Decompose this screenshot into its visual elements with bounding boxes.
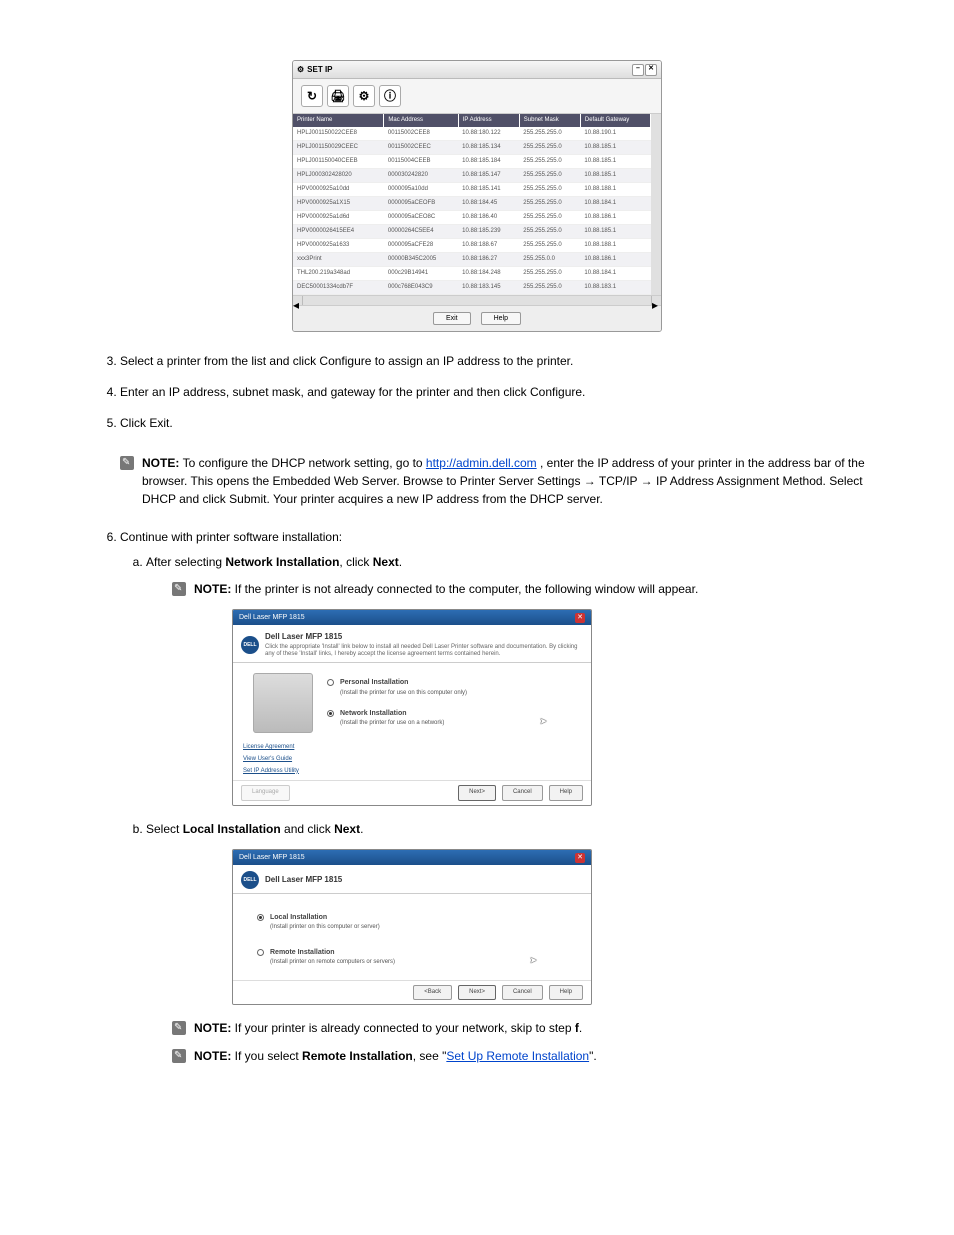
col-printer-name[interactable]: Printer Name — [293, 114, 384, 127]
scroll-right-icon[interactable]: ▸ — [651, 296, 661, 305]
col-gateway[interactable]: Default Gateway — [580, 114, 650, 127]
shot1-titlebar: Dell Laser MFP 1815 — [239, 612, 305, 623]
close-icon[interactable]: ✕ — [645, 64, 657, 76]
table-row[interactable]: HPLJ001150040CEEB00115004CEEB10.88:185.1… — [293, 155, 651, 169]
back-button[interactable]: <Back — [413, 985, 452, 1001]
step-4: Enter an IP address, subnet mask, and ga… — [120, 383, 894, 402]
radio-local[interactable]: Local Installation (Install printer on t… — [257, 912, 567, 933]
shot1-heading: Dell Laser MFP 1815 — [265, 631, 583, 644]
app-icon: ⚙ — [297, 64, 304, 76]
shot2-titlebar: Dell Laser MFP 1815 — [239, 852, 305, 863]
dell-logo-icon: DELL — [241, 636, 259, 654]
settings-icon[interactable]: ⚙ — [353, 85, 375, 107]
info-icon[interactable]: ⓘ — [379, 85, 401, 107]
help-button[interactable]: Help — [549, 785, 583, 801]
note-icon — [172, 582, 186, 596]
note-icon — [172, 1049, 186, 1063]
col-subnet[interactable]: Subnet Mask — [519, 114, 580, 127]
table-row[interactable]: HPV0000925a1d6d0000095aCEO8C10.88:186.40… — [293, 211, 651, 225]
window-title: SET IP — [307, 64, 332, 76]
table-row[interactable]: HPLJ001150029CEEC00115002CEEC10.88:185.1… — [293, 141, 651, 155]
table-row[interactable]: xxx3Print00000B345C200510.88:186.27255.2… — [293, 253, 651, 267]
note-c-text: If you select Remote Installation, see "… — [235, 1049, 597, 1063]
table-row[interactable]: THL200.219a348ad000c29B1494110.88:184.24… — [293, 267, 651, 281]
printer-table: Printer Name Mac Address IP Address Subn… — [293, 114, 651, 295]
cancel-button[interactable]: Cancel — [502, 785, 543, 801]
vertical-scrollbar[interactable] — [651, 114, 661, 295]
col-mac[interactable]: Mac Address — [384, 114, 458, 127]
remote-install-link[interactable]: Set Up Remote Installation — [446, 1049, 589, 1063]
note-dhcp: NOTE: To configure the DHCP network sett… — [120, 454, 894, 508]
table-row[interactable]: HPV0000925a1X150000095aCEOFB10.88:184.45… — [293, 197, 651, 211]
note-step-b1: NOTE: If your printer is already connect… — [172, 1019, 894, 1038]
printer-image — [253, 673, 313, 733]
note-icon — [120, 456, 134, 470]
col-ip[interactable]: IP Address — [458, 114, 519, 127]
refresh-icon[interactable]: ↻ — [301, 85, 323, 107]
step-a-text: After selecting Network Installation, cl… — [146, 555, 402, 569]
note-step-b2: NOTE: If you select Remote Installation,… — [172, 1047, 894, 1066]
table-row[interactable]: HPV0000026415EE400000264C5EE410.88:185.2… — [293, 225, 651, 239]
scroll-left-icon[interactable]: ◂ — [293, 296, 303, 305]
radio-remote[interactable]: Remote Installation (Install printer on … — [257, 947, 567, 968]
help-button[interactable]: Help — [481, 312, 521, 325]
step-3: Select a printer from the list and click… — [120, 352, 894, 371]
close-icon[interactable]: ✕ — [575, 613, 585, 623]
minimize-icon[interactable]: – — [632, 64, 644, 76]
next-button[interactable]: Next> — [458, 785, 496, 801]
dell-logo-icon: DELL — [241, 871, 259, 889]
print-icon[interactable]: 🖨 — [327, 85, 349, 107]
note-pre: To configure the DHCP network setting, g… — [183, 456, 426, 470]
step-6-heading: Continue with printer software installat… — [120, 530, 342, 544]
shot2-heading: Dell Laser MFP 1815 — [265, 874, 583, 887]
next-button[interactable]: Next> — [458, 985, 496, 1001]
cancel-button[interactable]: Cancel — [502, 985, 543, 1001]
note-step-a: NOTE: If the printer is not already conn… — [172, 580, 894, 599]
link-license[interactable]: License Agreement — [243, 743, 581, 753]
table-row[interactable]: HPV0000925a10dd0000095a10dd10.88:185.141… — [293, 183, 651, 197]
radio-personal[interactable]: Personal Installation (Install the print… — [327, 677, 577, 698]
language-button[interactable]: Language — [241, 785, 290, 801]
table-row[interactable]: DEC50001334cdb7F000c768E043C910.88:183.1… — [293, 281, 651, 295]
close-icon[interactable]: ✕ — [575, 853, 585, 863]
toolbar: ↻ 🖨 ⚙ ⓘ — [293, 79, 661, 114]
help-button[interactable]: Help — [549, 985, 583, 1001]
radio-network[interactable]: Network Installation (Install the printe… — [327, 708, 577, 729]
link-set-ip-utility[interactable]: Set IP Address Utility — [243, 767, 581, 777]
link-users-guide[interactable]: View User's Guide — [243, 755, 581, 765]
titlebar: ⚙ SET IP – ✕ — [293, 61, 661, 79]
table-row[interactable]: HPLJ001150022CEE800115002CEE810.88:180.1… — [293, 127, 651, 141]
dhcp-url-link[interactable]: http://admin.dell.com — [426, 456, 537, 470]
note-icon — [172, 1021, 186, 1035]
note-label: NOTE: — [142, 456, 183, 470]
installer-screenshot-1: Dell Laser MFP 1815 ✕ DELL Dell Laser MF… — [232, 609, 592, 806]
set-ip-window: ⚙ SET IP – ✕ ↻ 🖨 ⚙ ⓘ Printer Name Mac Ad… — [292, 60, 662, 332]
note-b-text: If your printer is already connected to … — [235, 1021, 583, 1035]
step-b-text: Select Local Installation and click Next… — [146, 822, 363, 836]
step-5: Click Exit. — [120, 414, 894, 433]
installer-screenshot-2: Dell Laser MFP 1815 ✕ DELL Dell Laser MF… — [232, 849, 592, 1005]
shot1-subtext: Click the appropriate 'Install' link bel… — [265, 644, 583, 658]
table-row[interactable]: HPV0000925a16330000095aCFE2810.88:188.67… — [293, 239, 651, 253]
table-row[interactable]: HPLJ00030242802000003024282010.88:185.14… — [293, 169, 651, 183]
exit-button[interactable]: Exit — [433, 312, 471, 325]
